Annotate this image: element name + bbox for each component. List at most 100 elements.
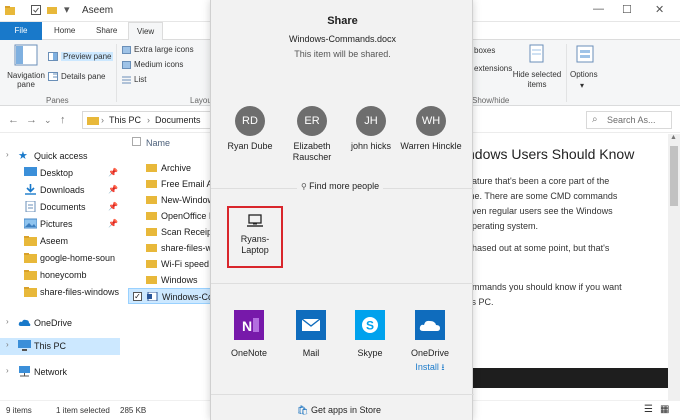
avatar: WH bbox=[416, 106, 446, 136]
medium-icons-icon bbox=[122, 61, 131, 69]
minimize-icon[interactable]: — bbox=[593, 3, 604, 15]
extra-large-icons-option[interactable]: Extra large icons bbox=[134, 45, 194, 54]
tab-home[interactable]: Home bbox=[46, 22, 83, 40]
app-name: OneDrive bbox=[410, 348, 449, 358]
properties-icon[interactable] bbox=[30, 4, 42, 16]
vertical-scrollbar[interactable]: ▲ bbox=[668, 134, 680, 400]
app-onedrive[interactable]: OneDrive Install ⭳ bbox=[400, 310, 460, 380]
scrollbar-thumb[interactable] bbox=[670, 146, 678, 206]
hide-selected-items-button[interactable]: Hide selected items bbox=[511, 70, 563, 90]
large-icons-view-icon[interactable]: ▦ bbox=[660, 404, 669, 415]
onedrive-cloud-icon bbox=[18, 319, 31, 326]
details-pane-button[interactable]: Details pane bbox=[61, 72, 105, 81]
row-checkbox-checked[interactable]: ✓ bbox=[133, 292, 142, 301]
preview-line: even regular users see the Windows bbox=[467, 206, 613, 216]
ribbon-separator bbox=[566, 44, 567, 102]
nav-this-pc[interactable]: › This PC bbox=[0, 338, 120, 355]
navigation-pane: › ★ Quick access Desktop 📌 Downloads 📌 D… bbox=[0, 134, 120, 400]
preview-line: eature that's been a core part of the bbox=[467, 176, 610, 186]
back-arrow-icon[interactable]: ← bbox=[8, 114, 19, 126]
recent-locations-chevron-icon[interactable]: ⌄ bbox=[44, 115, 52, 126]
app-skype[interactable]: S Skype bbox=[340, 310, 400, 380]
new-folder-icon[interactable] bbox=[46, 4, 58, 16]
share-filename: Windows-Commands.docx bbox=[288, 34, 397, 44]
tab-file[interactable]: File bbox=[0, 22, 42, 40]
device-ryans-laptop[interactable]: Ryans-Laptop bbox=[227, 206, 283, 268]
search-placeholder: Search As... bbox=[607, 115, 656, 125]
contact-ryan-dube[interactable]: RD Ryan Dube bbox=[219, 106, 281, 170]
select-all-checkbox[interactable] bbox=[132, 137, 141, 146]
up-arrow-icon[interactable]: ↑ bbox=[60, 114, 66, 126]
list-item[interactable]: Scan Receipt bbox=[128, 224, 212, 240]
show-hide-group-label: Show/hide bbox=[472, 96, 510, 105]
list-item[interactable]: Archive bbox=[128, 160, 212, 176]
folder-icon bbox=[146, 228, 157, 236]
nav-pictures[interactable]: Pictures 📌 bbox=[0, 216, 120, 233]
list-item[interactable]: Free Email A bbox=[128, 176, 212, 192]
folder-icon bbox=[146, 180, 157, 188]
nav-folder-aseem[interactable]: Aseem bbox=[0, 233, 120, 250]
list-item-selected[interactable]: ✓ Windows-Co bbox=[128, 288, 213, 304]
app-name: Skype bbox=[357, 348, 383, 358]
address-box[interactable]: › This PC › Documents bbox=[82, 111, 212, 129]
list-item[interactable]: Windows bbox=[128, 272, 212, 288]
breadcrumb-this-pc[interactable]: This PC bbox=[109, 115, 141, 125]
details-view-icon[interactable]: ☰ bbox=[644, 404, 653, 415]
pin-icon: 📌 bbox=[108, 219, 118, 228]
folder-icon bbox=[146, 244, 157, 252]
install-link[interactable]: Install ⭳ bbox=[400, 360, 460, 376]
list-view-option[interactable]: List bbox=[134, 75, 146, 84]
tab-share[interactable]: Share bbox=[88, 22, 125, 40]
file-name-extensions-option[interactable]: extensions bbox=[474, 64, 512, 73]
app-mail[interactable]: Mail bbox=[281, 310, 341, 380]
navigation-pane-icon[interactable] bbox=[14, 44, 38, 66]
app-name: Mail bbox=[302, 348, 320, 358]
avatar: RD bbox=[235, 106, 265, 136]
nav-desktop[interactable]: Desktop 📌 bbox=[0, 165, 120, 182]
desktop-icon bbox=[24, 167, 37, 176]
people-icon: ⚲ bbox=[301, 182, 310, 191]
nav-downloads[interactable]: Downloads 📌 bbox=[0, 182, 120, 199]
breadcrumb-documents[interactable]: Documents bbox=[155, 115, 201, 125]
contact-elizabeth-rauscher[interactable]: ER Elizabeth Rauscher bbox=[281, 106, 343, 170]
app-onenote[interactable]: N OneNote bbox=[219, 310, 279, 380]
medium-icons-option[interactable]: Medium icons bbox=[134, 60, 183, 69]
downloads-icon bbox=[25, 184, 36, 195]
laptop-icon bbox=[247, 214, 263, 227]
tab-view[interactable]: View bbox=[128, 22, 164, 40]
preview-line: ommands you should know if you want bbox=[467, 282, 622, 292]
nav-folder-google-home[interactable]: google-home-soun bbox=[0, 250, 120, 267]
nav-onedrive[interactable]: › OneDrive bbox=[0, 315, 120, 332]
folder-icon bbox=[146, 212, 157, 220]
list-item[interactable]: Wi-Fi speed bbox=[128, 256, 212, 272]
folder-icon bbox=[146, 260, 157, 268]
contact-warren-hinckle[interactable]: WH Warren Hinckle bbox=[400, 106, 462, 170]
list-item[interactable]: New-Window bbox=[128, 192, 212, 208]
contact-john-hicks[interactable]: JH john hicks bbox=[340, 106, 402, 170]
options-button[interactable]: Options bbox=[570, 70, 598, 79]
forward-arrow-icon[interactable]: → bbox=[26, 114, 37, 126]
word-document-icon bbox=[147, 292, 158, 301]
list-item[interactable]: OpenOffice I bbox=[128, 208, 212, 224]
navigation-pane-button[interactable]: Navigation pane bbox=[6, 71, 46, 89]
search-input[interactable]: ⌕ Search As... bbox=[586, 111, 672, 129]
preview-line: phased out at some point, but that's bbox=[467, 243, 610, 253]
close-icon[interactable]: ✕ bbox=[655, 3, 664, 16]
list-item[interactable]: share-files-w bbox=[128, 240, 212, 256]
find-more-people-link[interactable]: ⚲ Find more people bbox=[297, 181, 384, 191]
column-header-name[interactable]: Name bbox=[146, 138, 170, 148]
item-check-boxes-option[interactable]: boxes bbox=[474, 46, 495, 55]
nav-folder-honeycomb[interactable]: honeycomb bbox=[0, 267, 120, 284]
options-chevron-icon[interactable]: ▾ bbox=[580, 81, 584, 90]
nav-documents[interactable]: Documents 📌 bbox=[0, 199, 120, 216]
nav-folder-share-files[interactable]: share-files-windows bbox=[0, 284, 120, 301]
maximize-icon[interactable]: ☐ bbox=[622, 3, 632, 16]
nav-quick-access[interactable]: › ★ Quick access bbox=[0, 148, 120, 165]
ribbon-separator bbox=[116, 44, 117, 102]
nav-network[interactable]: › Network bbox=[0, 364, 120, 381]
pictures-icon bbox=[24, 218, 37, 229]
get-apps-in-store-link[interactable]: 🛍 Get apps in Store bbox=[297, 405, 381, 416]
preview-code-block bbox=[463, 368, 668, 388]
quick-access-chevron-icon[interactable]: ▾ bbox=[64, 3, 70, 16]
preview-pane-button[interactable]: Preview pane bbox=[61, 52, 114, 61]
